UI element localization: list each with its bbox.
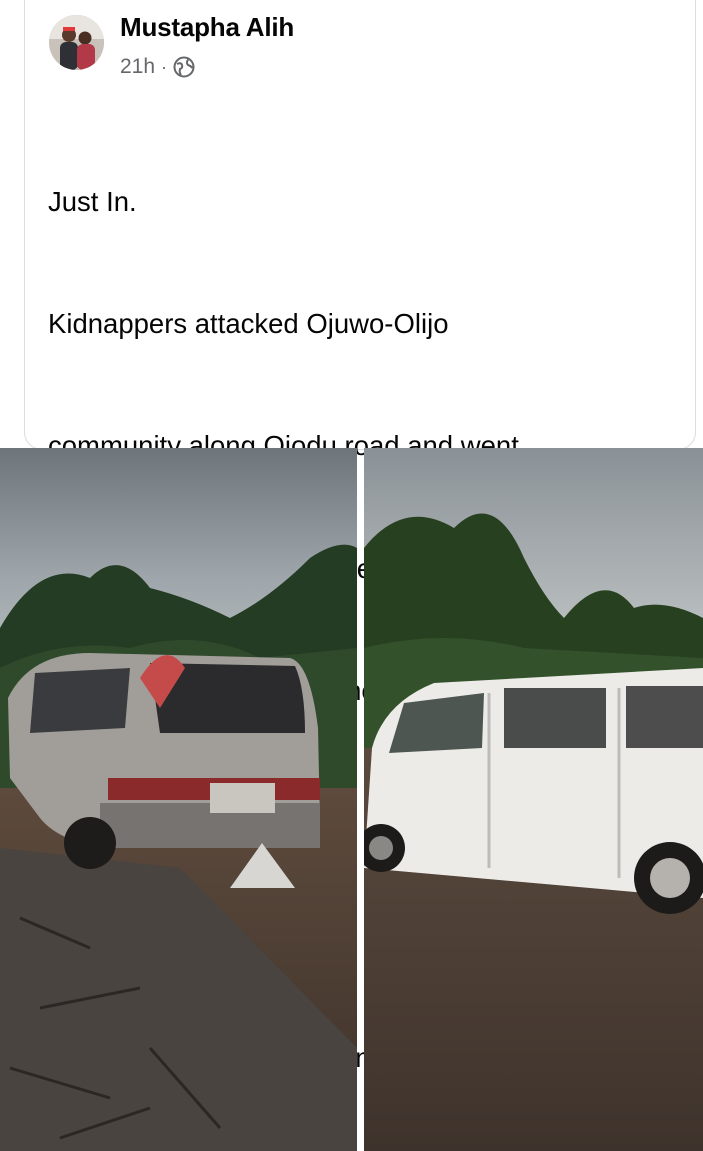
- photo-white-bus-side[interactable]: [364, 448, 703, 1151]
- avatar-image: [49, 15, 104, 70]
- post-line: Just In.: [48, 185, 137, 217]
- post-line: Kidnappers attacked Ojuwo-Olijo: [48, 307, 449, 339]
- photo-grid: [0, 448, 703, 1151]
- globe-icon: [173, 56, 195, 78]
- post-meta: 21h ·: [120, 55, 195, 79]
- post-time[interactable]: 21h: [120, 55, 155, 79]
- author-name[interactable]: Mustapha Alih: [120, 12, 294, 43]
- author-avatar[interactable]: [49, 15, 104, 70]
- meta-separator: ·: [161, 56, 168, 77]
- photo-minivan-rear[interactable]: [0, 448, 357, 1151]
